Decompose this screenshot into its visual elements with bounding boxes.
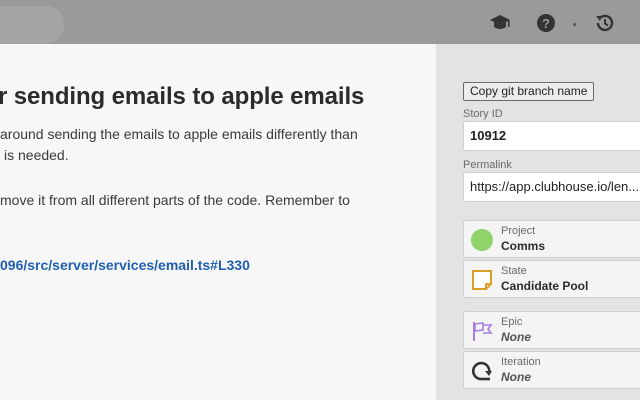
description-line: move it from all different parts of the …	[0, 192, 350, 208]
project-color-icon	[470, 228, 494, 252]
state-value: Candidate Pool	[501, 279, 589, 293]
epic-selector[interactable]: Epic None	[463, 311, 640, 349]
story-id-field[interactable]: 10912	[463, 121, 640, 151]
separator-dot	[573, 23, 576, 26]
project-selector[interactable]: Project Comms	[463, 220, 640, 258]
story-id-label: Story ID	[463, 108, 503, 120]
description-line: is needed.	[4, 147, 69, 163]
iteration-value: None	[501, 370, 531, 384]
epic-flag-icon	[470, 319, 494, 343]
history-icon[interactable]	[594, 12, 616, 34]
permalink-label: Permalink	[463, 159, 512, 171]
story-sidebar: Copy git branch name Story ID 10912 Perm…	[436, 44, 640, 400]
state-icon	[470, 268, 494, 292]
top-bar: ?	[0, 0, 640, 44]
iteration-label: Iteration	[501, 356, 541, 368]
epic-value: None	[501, 330, 531, 344]
story-title[interactable]: r sending emails to apple emails	[0, 83, 364, 111]
project-label: Project	[501, 225, 536, 237]
description-line: around sending the emails to apple email…	[0, 126, 358, 142]
iteration-selector[interactable]: Iteration None	[463, 351, 640, 389]
project-value: Comms	[501, 239, 546, 253]
svg-text:?: ?	[542, 16, 550, 31]
graduation-cap-icon[interactable]	[489, 12, 511, 34]
help-icon[interactable]: ?	[535, 12, 557, 34]
code-link[interactable]: 096/src/server/services/email.ts#L330	[0, 257, 250, 273]
search-field[interactable]	[0, 6, 64, 44]
permalink-field[interactable]: https://app.clubhouse.io/len...	[463, 172, 640, 202]
state-label: State	[501, 265, 527, 277]
epic-label: Epic	[501, 316, 523, 328]
story-main-panel: r sending emails to apple emails around …	[0, 44, 436, 400]
iteration-cycle-icon	[470, 359, 494, 383]
copy-git-branch-button[interactable]: Copy git branch name	[463, 82, 595, 101]
state-selector[interactable]: State Candidate Pool	[463, 260, 640, 298]
